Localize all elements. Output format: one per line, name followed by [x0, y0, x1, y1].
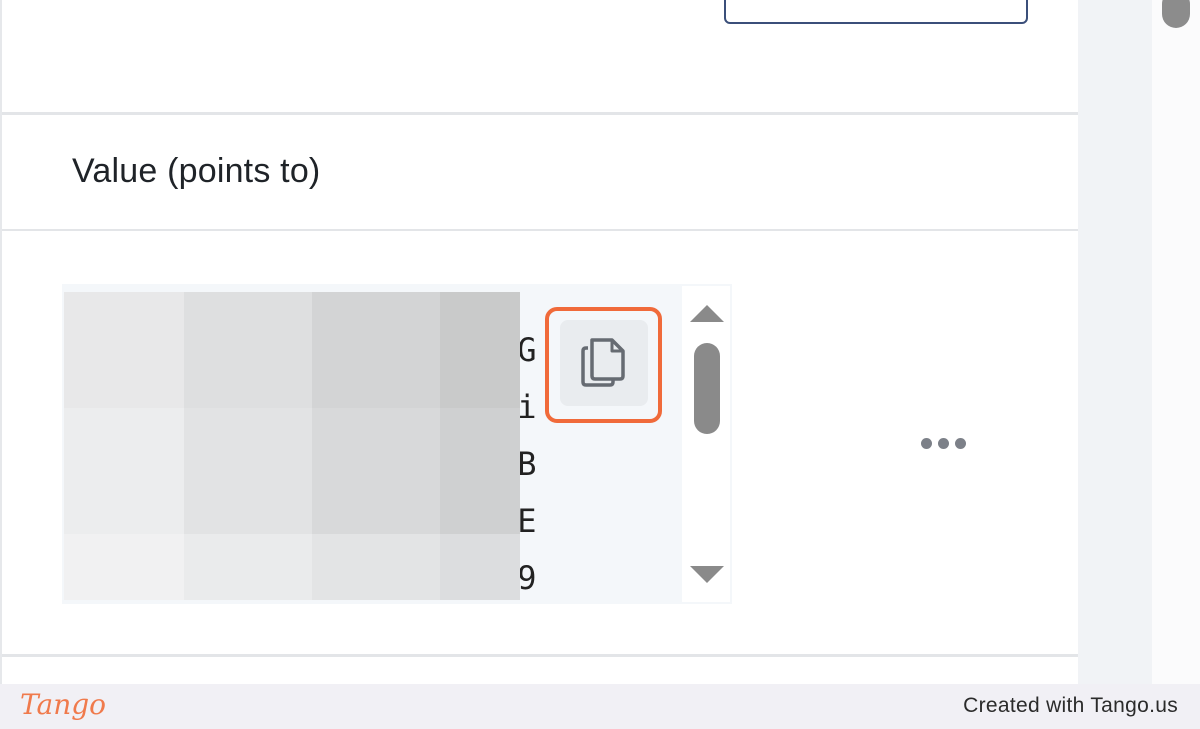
- right-side-rail: [1078, 0, 1152, 684]
- page-scrollbar-track[interactable]: [1152, 0, 1200, 684]
- dot: [937, 437, 949, 449]
- redacted-value-blur: [64, 292, 520, 600]
- tango-logo: Tango: [20, 688, 107, 721]
- divider: [2, 112, 1080, 115]
- record-details-panel: Value (points to) qG Bi tB UE 09: [0, 0, 1080, 684]
- redaction-cell: [312, 408, 440, 534]
- tango-credit-text: Created with Tango.us: [963, 694, 1178, 717]
- top-action-button[interactable]: [724, 0, 1028, 24]
- redaction-cell: [312, 292, 440, 408]
- redaction-cell: [440, 534, 520, 600]
- scroll-down-arrow-icon[interactable]: [690, 566, 724, 583]
- page-scrollbar-thumb[interactable]: [1162, 0, 1190, 28]
- scroll-up-arrow-icon[interactable]: [690, 305, 724, 322]
- redaction-cell: [184, 292, 312, 408]
- divider: [2, 229, 1080, 231]
- value-scrollbar[interactable]: [682, 286, 730, 602]
- redaction-cell: [440, 408, 520, 534]
- section-title: Value (points to): [72, 152, 321, 190]
- dot: [954, 437, 966, 449]
- scrollbar-thumb[interactable]: [694, 343, 720, 434]
- redaction-cell: [64, 408, 184, 534]
- divider: [2, 654, 1080, 657]
- more-horizontal-icon[interactable]: [914, 432, 972, 454]
- dot: [920, 437, 932, 449]
- redaction-cell: [184, 408, 312, 534]
- redaction-cell: [312, 534, 440, 600]
- redaction-cell: [64, 292, 184, 408]
- redaction-cell: [440, 292, 520, 408]
- tango-highlight-box: [545, 307, 662, 423]
- redaction-cell: [64, 534, 184, 600]
- redaction-cell: [184, 534, 312, 600]
